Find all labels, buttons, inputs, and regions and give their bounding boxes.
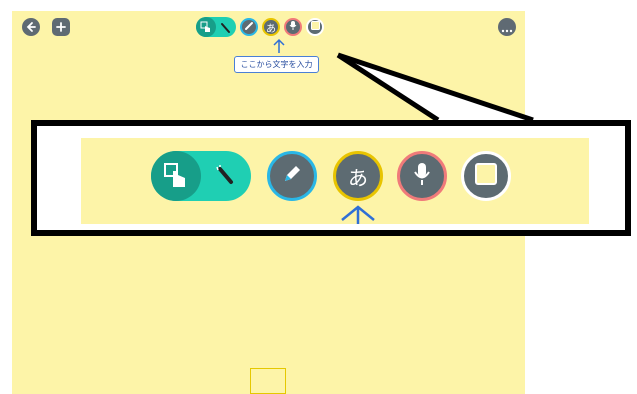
shape-tool-button-large[interactable]: [461, 151, 511, 201]
square-icon: [474, 162, 498, 190]
text-input-button-large[interactable]: あ: [333, 151, 383, 201]
pen-tool-button-large[interactable]: [267, 151, 317, 201]
canvas-cursor-frame: [250, 368, 286, 394]
pencil-icon: [280, 162, 304, 190]
voice-input-button-large[interactable]: [397, 151, 447, 201]
zoomed-toolbar: あ: [81, 138, 589, 224]
magic-wand-icon: [213, 164, 237, 192]
hand-pointer-icon: [151, 151, 201, 201]
up-arrow-icon: [339, 204, 377, 228]
microphone-icon: [411, 161, 433, 191]
hiragana-a-icon: あ: [348, 165, 368, 190]
zoomed-toolbar-callout: あ: [31, 120, 631, 236]
touch-tool-toggle-large[interactable]: [151, 151, 251, 201]
